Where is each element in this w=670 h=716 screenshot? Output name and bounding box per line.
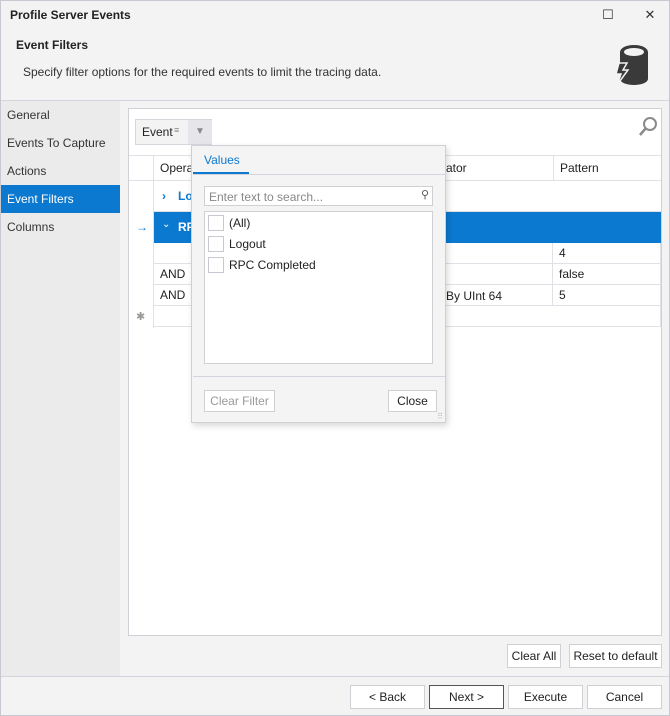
popup-footer-divider [193,376,445,377]
close-button[interactable]: Close [388,390,437,412]
focused-row-arrow-icon: → [136,220,148,234]
chevron-down-icon[interactable]: ⌄ [162,219,170,230]
group-chip-label: Event [142,125,173,139]
new-row-icon: ✱ [136,311,146,323]
chevron-right-icon[interactable]: › [162,189,166,203]
sidebar-item-columns[interactable]: Columns [1,213,120,241]
page-description: Specify filter options for the required … [23,65,382,79]
group-chip-event[interactable]: Event ≡ ▼ [135,119,212,145]
sidebar-item-event-filters[interactable]: Event Filters [1,185,120,213]
cell-pattern[interactable]: false [553,264,661,285]
values-search-input[interactable]: Enter text to search... ⚲ [204,186,433,206]
close-icon[interactable]: ✕ [639,4,661,26]
database-lightning-icon [615,45,648,86]
column-header-pattern[interactable]: Pattern [560,161,599,175]
footer-divider [1,676,669,677]
window-title: Profile Server Events [10,8,131,22]
cell-pattern[interactable]: 4 [553,243,661,264]
tab-values[interactable]: Values [204,153,240,167]
checkbox-rpc-completed[interactable] [208,257,224,273]
search-icon[interactable] [637,116,659,138]
back-button[interactable]: < Back [350,685,425,709]
sidebar-item-actions[interactable]: Actions [1,157,120,185]
cancel-button[interactable]: Cancel [587,685,662,709]
sidebar-item-events-to-capture[interactable]: Events To Capture [1,129,120,157]
reset-to-default-button[interactable]: Reset to default [569,644,662,668]
filter-popup: Values Enter text to search... ⚲ (All) L… [191,145,446,423]
sidebar-item-general[interactable]: General [1,101,120,129]
value-all[interactable]: (All) [229,214,250,232]
checkbox-logout[interactable] [208,236,224,252]
maximize-icon[interactable]: ☐ [597,4,619,26]
clear-filter-button[interactable]: Clear Filter [204,390,275,412]
clear-all-button[interactable]: Clear All [507,644,561,668]
cell-operation[interactable]: By UInt 64 [446,289,502,303]
tab-divider [193,174,445,175]
cell-pattern[interactable]: 5 [553,285,661,306]
search-icon: ⚲ [420,189,429,201]
value-rpc-completed[interactable]: RPC Completed [229,256,316,274]
sort-icon: ≡ [174,125,180,135]
page-title: Event Filters [16,38,89,52]
execute-button[interactable]: Execute [508,685,583,709]
search-placeholder: Enter text to search... [209,190,324,204]
column-header-operation[interactable]: ator [446,161,467,175]
value-logout[interactable]: Logout [229,235,266,253]
values-list: (All) Logout RPC Completed [204,211,433,364]
resize-grip-icon[interactable]: ⠿ [437,412,443,421]
column-divider [553,155,554,181]
next-button[interactable]: Next > [429,685,504,709]
filter-icon[interactable]: ▼ [188,120,212,144]
checkbox-all[interactable] [208,215,224,231]
sidebar: General Events To Capture Actions Event … [1,101,120,676]
column-header-operator[interactable]: Opera [160,161,193,175]
